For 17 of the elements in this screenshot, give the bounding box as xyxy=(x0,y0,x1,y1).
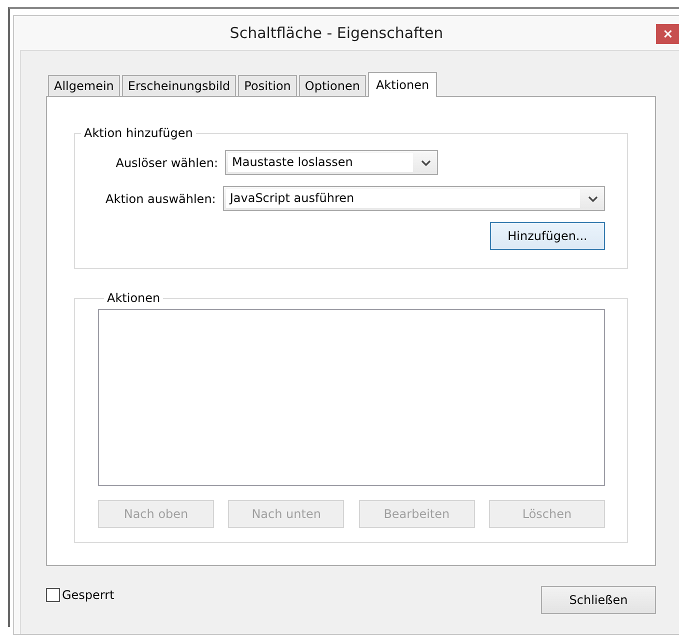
group-title: Aktionen xyxy=(106,291,162,305)
checkbox[interactable] xyxy=(46,588,60,602)
tab[interactable]: Aktionen xyxy=(368,72,438,97)
window-title: Schaltfläche - Eigenschaften xyxy=(230,24,444,42)
dropdown[interactable]: JavaScript ausführen xyxy=(222,186,605,211)
group-title: Aktion hinzufügen xyxy=(83,126,194,140)
field-label: Auslöser wählen: xyxy=(114,156,219,170)
tab[interactable]: Allgemein xyxy=(48,75,120,96)
close-dialog-button[interactable]: Schließen xyxy=(541,586,656,614)
add-button[interactable]: Hinzufügen... xyxy=(490,222,605,250)
checkbox-label: Gesperrt xyxy=(62,588,114,602)
tab[interactable]: Optionen xyxy=(298,75,366,96)
tab[interactable]: Erscheinungsbild xyxy=(122,75,236,96)
close-button[interactable]: × xyxy=(656,24,679,44)
field-label: Aktion auswählen: xyxy=(104,192,217,206)
tab[interactable]: Position xyxy=(238,75,297,96)
dropdown[interactable]: Maustaste loslassen xyxy=(225,150,438,175)
